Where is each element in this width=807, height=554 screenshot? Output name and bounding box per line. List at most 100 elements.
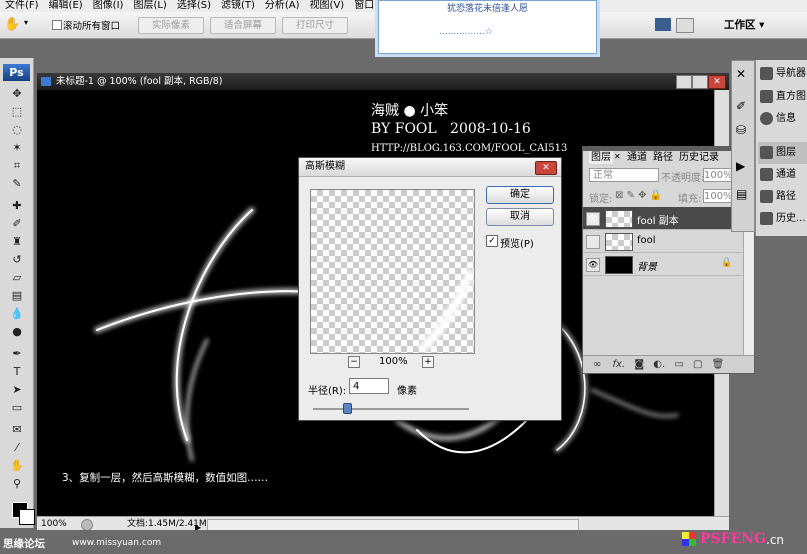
tab-paths[interactable]: 路径 [651, 151, 675, 164]
path-selection-icon[interactable]: ➤ [9, 382, 25, 398]
visibility-eye-icon[interactable]: 👁 [586, 212, 600, 226]
tool-preset-chevron-down-icon[interactable]: ▾ [24, 18, 28, 27]
layer-thumbnail [605, 210, 633, 228]
magic-wand-icon[interactable]: ✶ [9, 140, 25, 156]
fit-screen-button[interactable]: 适合屏幕 [210, 17, 276, 34]
cancel-button[interactable]: 取消 [486, 208, 554, 226]
fx-icon[interactable]: fx. [613, 359, 626, 370]
maximize-button[interactable] [692, 75, 708, 89]
brush-dock-icon[interactable]: ✐ [736, 99, 746, 113]
preview-checkbox[interactable]: ✓ [486, 235, 498, 247]
menu-image[interactable]: 图像(I) [88, 0, 129, 11]
actions-dock-icon[interactable]: ▶ [736, 159, 745, 173]
layer-row-fool[interactable]: fool [583, 230, 743, 253]
dock-navigator[interactable]: 导航器 [758, 63, 807, 85]
tab-channels[interactable]: 通道 [625, 151, 649, 164]
layer-name[interactable]: fool [637, 235, 656, 246]
radius-slider-track[interactable] [313, 408, 469, 410]
history-brush-icon[interactable]: ↺ [9, 252, 25, 268]
pen-tool-icon[interactable]: ✒ [9, 346, 25, 362]
layer-name[interactable]: fool 副本 [637, 212, 679, 227]
close-button[interactable]: ✕ [708, 75, 726, 89]
missyuan-logo: 思缘论坛 [3, 538, 45, 550]
slice-tool-icon[interactable]: ✎ [9, 176, 25, 192]
group-folder-icon[interactable]: ▭ [674, 359, 683, 370]
adjustment-layer-icon[interactable]: ◐. [653, 359, 665, 370]
menu-file[interactable]: 文件(F) [0, 0, 44, 11]
shape-tool-icon[interactable]: ▭ [9, 400, 25, 416]
layer-name[interactable]: 背景 [637, 258, 657, 273]
visibility-eye-icon[interactable]: 👁 [586, 258, 600, 272]
dock-paths[interactable]: 路径 [758, 186, 807, 208]
notes-tool-icon[interactable]: ✉ [9, 422, 25, 438]
canvas-author-line: 海贼 ● 小笨 [371, 103, 449, 119]
marquee-tool-icon[interactable]: ⬚ [9, 104, 25, 120]
fill-input[interactable]: 100% [703, 189, 733, 203]
popup-text: 犹恐落花未倍逢人愿 [446, 4, 528, 14]
layer-row-background[interactable]: 👁 背景 🔒 [583, 253, 743, 276]
healing-brush-icon[interactable]: ✚ [9, 198, 25, 214]
dodge-tool-icon[interactable]: ● [9, 324, 25, 340]
eraser-tool-icon[interactable]: ▱ [9, 270, 25, 286]
radius-input[interactable]: 4 [349, 378, 389, 394]
hand-tool-icon[interactable]: ✋ [4, 17, 22, 32]
layers-panel: 图层 ✕ 通道 路径 历史记录 ≡ 正常 不透明度: 100% 锁定: ⊠ ✎ … [582, 146, 755, 374]
navigator-icon [760, 66, 773, 80]
dock-info[interactable]: 信息 [758, 108, 807, 130]
bridge-icon[interactable] [676, 18, 694, 33]
dock-histogram[interactable]: 直方图 [758, 86, 807, 108]
background-color-swatch[interactable] [19, 509, 35, 525]
mask-icon[interactable]: ◙ [634, 359, 644, 370]
blur-tool-icon[interactable]: 💧 [9, 306, 25, 322]
layer-row-fool-copy[interactable]: 👁 fool 副本 [583, 207, 743, 230]
opacity-input[interactable]: 100% [703, 168, 733, 182]
clone-stamp-icon[interactable]: ♜ [9, 234, 25, 250]
layer-comps-dock-icon[interactable]: ▤ [736, 187, 747, 201]
visibility-eye-icon-hidden[interactable] [586, 235, 600, 249]
ok-button[interactable]: 确定 [486, 186, 554, 204]
menu-filter[interactable]: 滤镜(T) [216, 0, 260, 11]
hand-icon[interactable]: ✋ [9, 458, 25, 474]
ps-document-icon [41, 77, 51, 86]
workspace-menu[interactable]: 工作区 ▾ [724, 17, 764, 32]
actual-pixels-button[interactable]: 实际像素 [138, 17, 204, 34]
type-tool-icon[interactable]: T [9, 364, 25, 380]
gradient-tool-icon[interactable]: ▤ [9, 288, 25, 304]
zoom-in-button[interactable]: + [422, 356, 434, 368]
blend-mode-select[interactable]: 正常 [589, 168, 659, 182]
zoom-tool-icon[interactable]: ⚲ [9, 476, 25, 492]
menu-edit[interactable]: 编辑(E) [44, 0, 88, 11]
tab-history[interactable]: 历史记录 [677, 151, 721, 164]
delete-layer-icon[interactable]: 🗑 [712, 359, 725, 370]
print-size-button[interactable]: 打印尺寸 [282, 17, 348, 34]
link-layers-icon[interactable]: ∞ [593, 359, 601, 370]
minimize-button[interactable] [676, 75, 692, 89]
tools-dock-icon[interactable]: ✕ [736, 67, 746, 81]
crop-tool-icon[interactable]: ⌗ [9, 158, 25, 174]
scroll-all-checkbox[interactable] [52, 20, 62, 30]
lock-icons[interactable]: ⊠ ✎ ✥ 🔒 [615, 190, 662, 201]
dock-history[interactable]: 历史... [758, 208, 807, 230]
menu-view[interactable]: 视图(V) [305, 0, 350, 11]
eyedropper-icon[interactable]: ⁄ [9, 440, 25, 456]
opacity-label: 不透明度: [661, 173, 705, 184]
menu-select[interactable]: 选择(S) [172, 0, 216, 11]
fill-label: 填充: [678, 194, 702, 205]
lasso-tool-icon[interactable]: ◌ [9, 122, 25, 138]
blur-preview[interactable] [310, 189, 475, 354]
screen-mode-icon[interactable] [655, 18, 671, 31]
menu-layer[interactable]: 图层(L) [128, 0, 171, 11]
new-layer-icon[interactable]: ▢ [693, 359, 702, 370]
radius-slider-thumb[interactable] [343, 403, 352, 414]
dialog-close-button[interactable]: ✕ [535, 161, 557, 175]
tab-close-icon[interactable]: ✕ [614, 152, 621, 161]
clone-dock-icon[interactable]: ⛁ [736, 123, 746, 137]
dock-layers[interactable]: 图层 [758, 142, 807, 164]
layers-icon [760, 145, 773, 159]
menu-analysis[interactable]: 分析(A) [260, 0, 305, 11]
dock-channels[interactable]: 通道 [758, 164, 807, 186]
brush-tool-icon[interactable]: ✐ [9, 216, 25, 232]
move-tool-icon[interactable]: ✥ [9, 86, 25, 102]
tab-layers[interactable]: 图层 [589, 151, 613, 164]
zoom-out-button[interactable]: − [348, 356, 360, 368]
